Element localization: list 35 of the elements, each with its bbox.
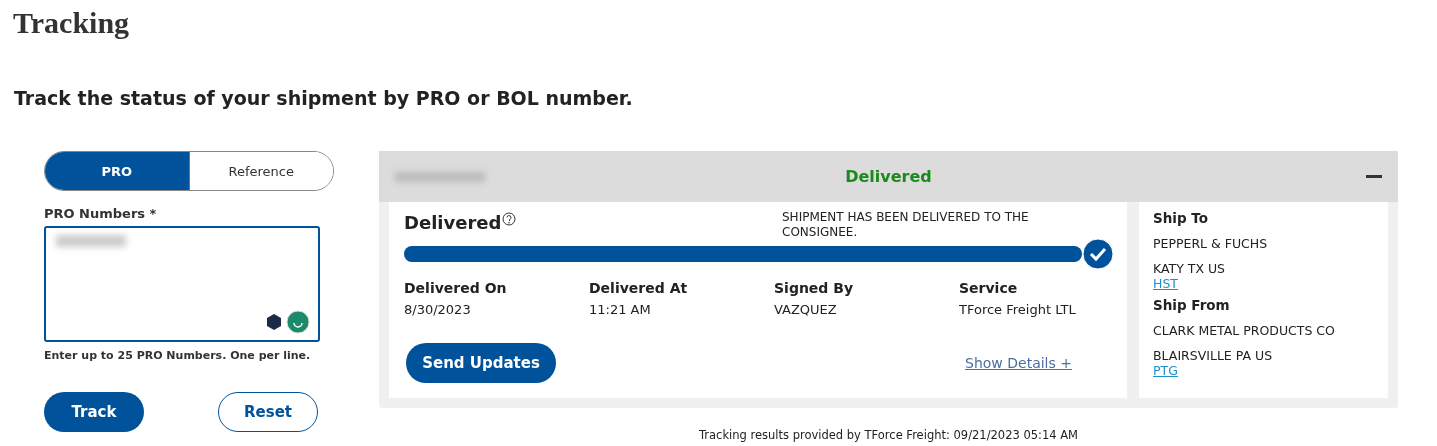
field-label: PRO Numbers * xyxy=(44,206,157,221)
field-hint: Enter up to 25 PRO Numbers. One per line. xyxy=(44,349,311,362)
company-name: CLARK METAL PRODUCTS CO xyxy=(1153,323,1335,338)
status-text: Delivered xyxy=(845,167,932,186)
reset-button[interactable]: Reset xyxy=(218,392,318,432)
detail-label: Service xyxy=(959,280,1018,296)
blurred-text xyxy=(56,235,126,247)
status-message: SHIPMENT HAS BEEN DELIVERED TO THE CONSIGNEE. xyxy=(782,210,1030,240)
location-text: BLAIRSVILLE PA US xyxy=(1153,348,1273,363)
detail-value: 8/30/2023 xyxy=(404,302,471,317)
page-title: Tracking xyxy=(12,5,130,41)
detail-value: TForce Freight LTL xyxy=(959,302,1076,317)
pro-numbers-field[interactable] xyxy=(44,226,320,342)
detail-label: Signed By xyxy=(774,280,854,296)
detail-label: Delivered At xyxy=(589,280,688,296)
terminal-link[interactable]: PTG xyxy=(1153,363,1178,378)
section-heading: Ship From xyxy=(1153,297,1230,313)
send-updates-button[interactable]: Send Updates xyxy=(406,343,556,383)
detail-value: 11:21 AM xyxy=(589,302,651,317)
help-icon[interactable] xyxy=(502,212,517,226)
detail-value: VAZQUEZ xyxy=(774,302,837,317)
section-heading: Ship To xyxy=(1153,210,1208,226)
page-subtitle: Track the status of your shipment by PRO or BOL number. xyxy=(14,87,633,109)
track-button[interactable]: Track xyxy=(44,392,144,432)
footer-note: Tracking results provided by TForce Freight: 09/21/2023 05:14 AM xyxy=(698,428,1079,442)
detail-label: Delivered On xyxy=(404,280,507,296)
location-text: KATY TX US xyxy=(1153,261,1226,276)
status-heading: Delivered xyxy=(404,212,502,233)
search-tab[interactable]: PRO xyxy=(45,152,189,190)
check-icon xyxy=(1082,238,1114,270)
search-tab[interactable]: Reference xyxy=(188,152,333,190)
show-details-link[interactable]: Show Details + xyxy=(965,355,1072,371)
company-name: PEPPERL & FUCHS xyxy=(1153,236,1268,251)
terminal-link[interactable]: HST xyxy=(1153,276,1178,291)
smile-icon[interactable] xyxy=(286,310,310,334)
